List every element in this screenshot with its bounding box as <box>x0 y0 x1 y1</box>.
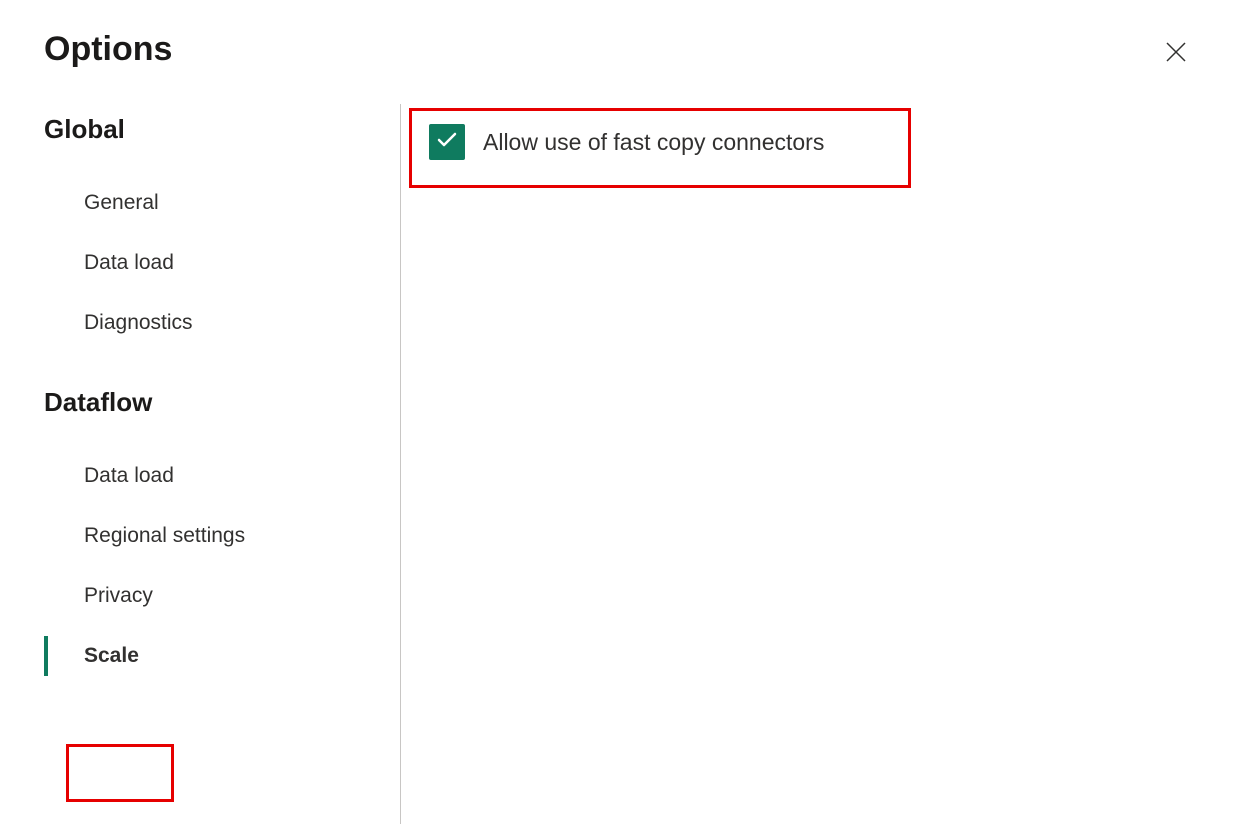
sidebar-item-diagnostics[interactable]: Diagnostics <box>44 293 400 353</box>
sidebar-item-general[interactable]: General <box>44 173 400 233</box>
sidebar-item-privacy[interactable]: Privacy <box>44 566 400 626</box>
sidebar-item-data-load-global[interactable]: Data load <box>44 233 400 293</box>
fast-copy-setting-row: Allow use of fast copy connectors <box>415 116 1240 168</box>
close-button[interactable] <box>1156 34 1196 74</box>
checkmark-icon <box>435 128 459 157</box>
close-icon <box>1165 38 1187 70</box>
sidebar-item-regional-settings[interactable]: Regional settings <box>44 506 400 566</box>
section-header-dataflow: Dataflow <box>44 387 400 418</box>
fast-copy-label: Allow use of fast copy connectors <box>483 129 824 156</box>
main-panel: Allow use of fast copy connectors <box>401 114 1240 824</box>
sidebar: Global General Data load Diagnostics Dat… <box>0 114 400 824</box>
sidebar-item-scale[interactable]: Scale <box>44 626 400 686</box>
section-header-global: Global <box>44 114 400 145</box>
page-title: Options <box>44 30 172 69</box>
fast-copy-checkbox[interactable] <box>429 124 465 160</box>
sidebar-item-data-load-dataflow[interactable]: Data load <box>44 446 400 506</box>
